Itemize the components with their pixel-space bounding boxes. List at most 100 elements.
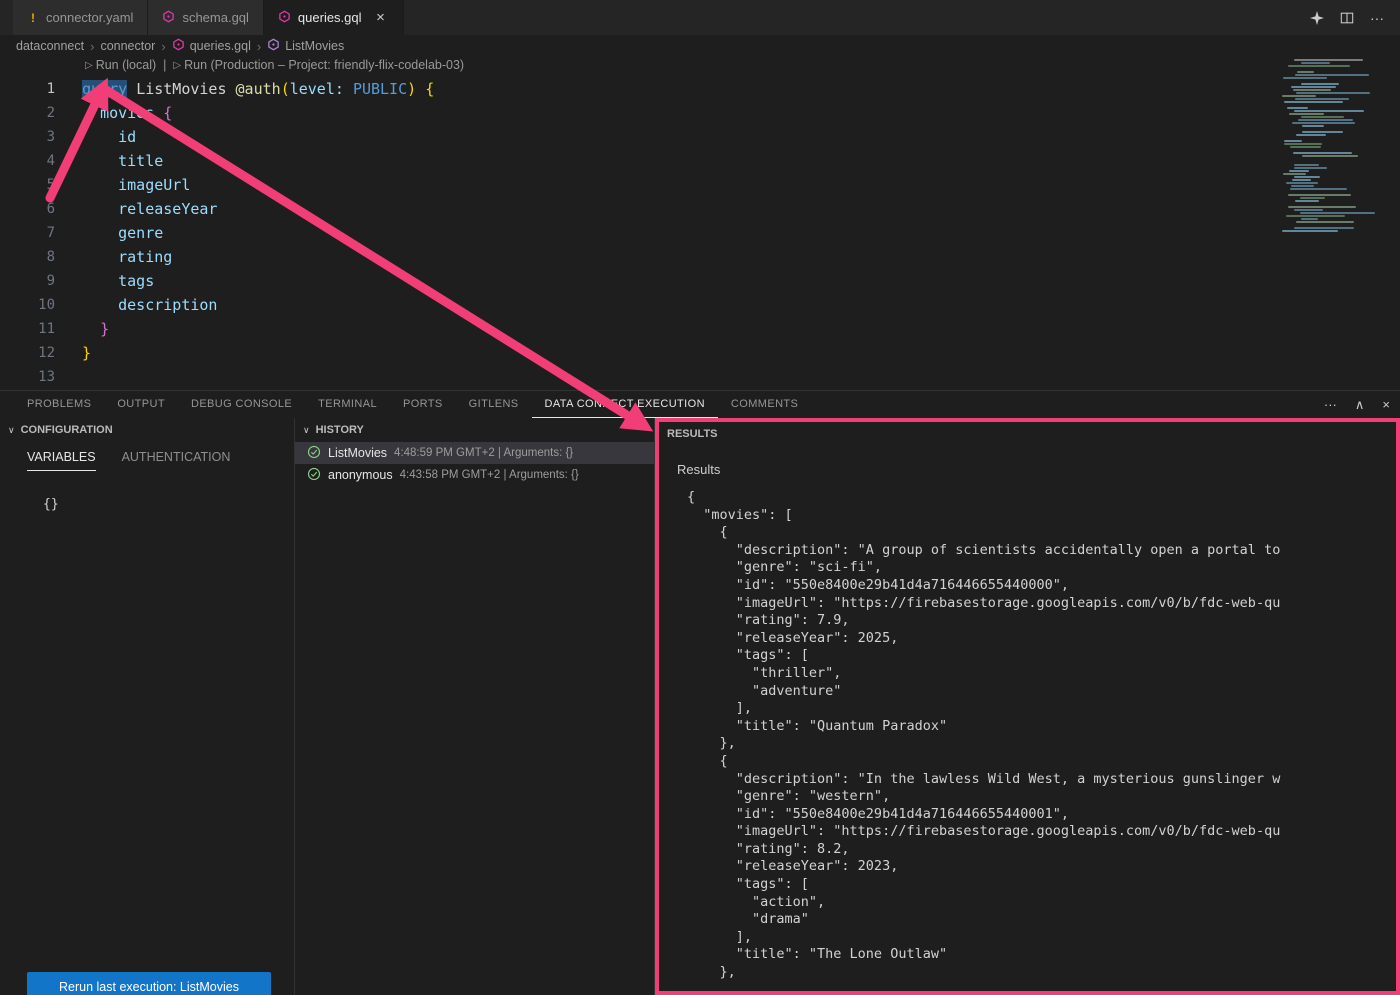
breadcrumb-label: ListMovies: [285, 39, 344, 53]
editor-tab-bar: ! connector.yaml schema.gql queries.gql× ··…: [0, 0, 1400, 35]
json-line: "tags": [: [687, 647, 1396, 665]
code-text: query ListMovies @auth(level: PUBLIC) {: [82, 77, 434, 101]
editor-actions: ···: [1310, 0, 1400, 35]
json-line: "movies": [: [687, 507, 1396, 525]
results-label: Results: [677, 462, 1396, 477]
operation-icon: [267, 38, 280, 54]
sparkle-icon[interactable]: [1310, 11, 1324, 25]
code-line: 2 movies {: [0, 101, 1278, 125]
panel-tab-comments[interactable]: COMMENTS: [718, 391, 811, 418]
json-line: },: [687, 735, 1396, 753]
editor[interactable]: ▷ Run (local) | ▷ Run (Production – Proj…: [0, 57, 1400, 390]
panel-tab-problems[interactable]: PROBLEMS: [14, 391, 104, 418]
line-number: 5: [0, 173, 55, 197]
json-line: "description": "In the lawless Wild West…: [687, 771, 1396, 789]
code-area[interactable]: 1query ListMovies @auth(level: PUBLIC) {…: [0, 77, 1278, 389]
panel-maximize-icon[interactable]: ∧: [1355, 397, 1365, 413]
run-production-codelens[interactable]: ▷ Run (Production – Project: friendly-fl…: [173, 58, 464, 72]
code-text: rating: [82, 245, 172, 269]
history-section: ∨ HISTORY ListMovies 4:48:59 PM GMT+2 | A…: [295, 418, 655, 995]
more-actions-icon[interactable]: ···: [1370, 10, 1384, 26]
editor-tab-schema.gql[interactable]: schema.gql: [148, 0, 263, 35]
code-text: id: [82, 125, 136, 149]
history-header[interactable]: ∨ HISTORY: [295, 418, 654, 442]
panel-close-icon[interactable]: ×: [1382, 397, 1390, 412]
rerun-button[interactable]: Rerun last execution: ListMovies: [27, 972, 271, 995]
panel-tab-debug-console[interactable]: DEBUG CONSOLE: [178, 391, 305, 418]
editor-tab-queries.gql[interactable]: queries.gql×: [264, 0, 404, 35]
run-local-codelens[interactable]: ▷ Run (local): [85, 58, 156, 72]
json-line: "imageUrl": "https://firebasestorage.goo…: [687, 823, 1396, 841]
config-tab-authentication[interactable]: AUTHENTICATION: [122, 450, 231, 471]
breadcrumb-item-connector[interactable]: connector: [100, 39, 155, 53]
panel-tab-ports[interactable]: PORTS: [390, 391, 456, 418]
tab-label: schema.gql: [182, 10, 248, 25]
json-line: "releaseYear": 2025,: [687, 630, 1396, 648]
json-line: "description": "A group of scientists ac…: [687, 542, 1396, 560]
configuration-header[interactable]: ∨ CONFIGURATION: [0, 418, 294, 442]
graphql-icon: [162, 10, 175, 26]
breadcrumb-separator: ›: [257, 39, 261, 54]
code-line: 9 tags: [0, 269, 1278, 293]
history-row-ListMovies[interactable]: ListMovies 4:48:59 PM GMT+2 | Arguments: …: [295, 442, 654, 464]
history-row-anonymous[interactable]: anonymous4:43:58 PM GMT+2 | Arguments: {…: [295, 464, 654, 486]
code-line: 4 title: [0, 149, 1278, 173]
json-line: "adventure": [687, 683, 1396, 701]
panel-more-icon[interactable]: ···: [1324, 397, 1337, 412]
breadcrumb-item-ListMovies[interactable]: ListMovies: [267, 38, 344, 54]
json-line: ],: [687, 700, 1396, 718]
minimap-line: [1282, 230, 1398, 233]
history-entry-name: ListMovies: [328, 446, 387, 460]
chevron-down-icon: ∨: [8, 425, 15, 436]
variables-value[interactable]: {}: [43, 497, 294, 512]
tab-close-icon[interactable]: ×: [373, 10, 389, 26]
code-line: 13: [0, 365, 1278, 389]
results-json: { "movies": [ { "description": "A group …: [687, 489, 1396, 982]
results-header[interactable]: RESULTS: [659, 422, 1396, 446]
editor-tab-connector.yaml[interactable]: ! connector.yaml: [13, 0, 148, 35]
code-line: 11 }: [0, 317, 1278, 341]
breadcrumb-item-dataconnect[interactable]: dataconnect: [16, 39, 84, 53]
line-number: 4: [0, 149, 55, 173]
history-entry-meta: 4:48:59 PM GMT+2 | Arguments: {}: [394, 447, 573, 459]
tab-label: connector.yaml: [46, 10, 133, 25]
json-line: },: [687, 964, 1396, 982]
json-line: "thriller",: [687, 665, 1396, 683]
split-editor-icon[interactable]: [1340, 11, 1354, 25]
configuration-section: ∨ CONFIGURATION VARIABLESAUTHENTICATION …: [0, 418, 295, 995]
yaml-file-icon: !: [27, 11, 39, 25]
minimap[interactable]: [1282, 57, 1398, 233]
panel-tab-terminal[interactable]: TERMINAL: [305, 391, 390, 418]
code-line: 3 id: [0, 125, 1278, 149]
panel-tab-data-connect-execution[interactable]: DATA CONNECT EXECUTION: [532, 391, 718, 418]
codelens: ▷ Run (local) | ▷ Run (Production – Proj…: [85, 58, 464, 72]
history-entry-meta: 4:43:58 PM GMT+2 | Arguments: {}: [400, 469, 579, 481]
code-text: description: [82, 293, 217, 317]
config-tab-variables[interactable]: VARIABLES: [27, 450, 96, 471]
code-text: title: [82, 149, 163, 173]
json-line: {: [687, 753, 1396, 771]
breadcrumb-label: queries.gql: [190, 39, 251, 53]
json-line: {: [687, 489, 1396, 507]
code-text: genre: [82, 221, 163, 245]
configuration-tabs: VARIABLES AUTHENTICATION: [0, 450, 294, 471]
line-number: 8: [0, 245, 55, 269]
breadcrumb-item-queries.gql[interactable]: queries.gql: [172, 38, 251, 54]
code-text: }: [82, 341, 91, 365]
check-circle-icon: [307, 445, 321, 462]
json-line: "imageUrl": "https://firebasestorage.goo…: [687, 595, 1396, 613]
panel-tab-gitlens[interactable]: GITLENS: [456, 391, 532, 418]
line-number: 7: [0, 221, 55, 245]
panel-tab-output[interactable]: OUTPUT: [104, 391, 178, 418]
line-number: 2: [0, 101, 55, 125]
line-number: 9: [0, 269, 55, 293]
code-line: 6 releaseYear: [0, 197, 1278, 221]
breadcrumb-separator: ›: [90, 39, 94, 54]
json-line: "id": "550e8400e29b41d4a716446655440000"…: [687, 577, 1396, 595]
play-icon: ▷: [173, 60, 181, 71]
code-text: movies {: [82, 101, 172, 125]
json-line: "rating": 7.9,: [687, 612, 1396, 630]
tab-bar-tabs: ! connector.yaml schema.gql queries.gql×: [0, 0, 404, 35]
vscode-window: !connector.yamlschema.gqlqueries.gql× ··…: [0, 0, 1400, 995]
check-circle-icon: [307, 467, 321, 484]
